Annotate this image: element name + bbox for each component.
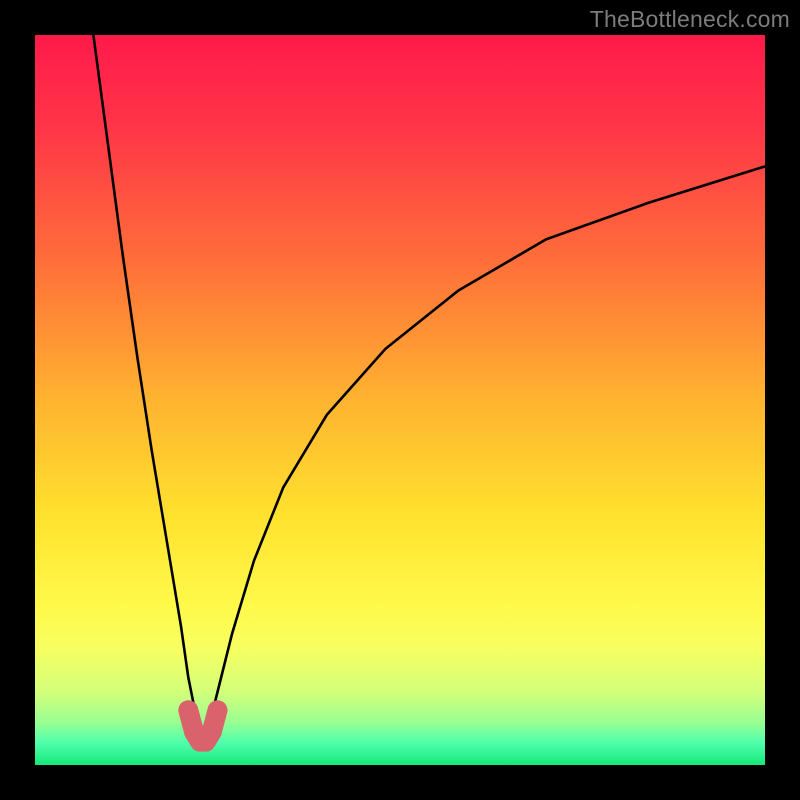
curve-left-branch <box>93 35 202 743</box>
watermark-text: TheBottleneck.com <box>590 6 790 33</box>
chart-frame: TheBottleneck.com <box>0 0 800 800</box>
bottleneck-curve <box>35 35 765 765</box>
curve-right-branch <box>203 166 765 743</box>
minimum-marker <box>188 710 217 741</box>
plot-area <box>35 35 765 765</box>
